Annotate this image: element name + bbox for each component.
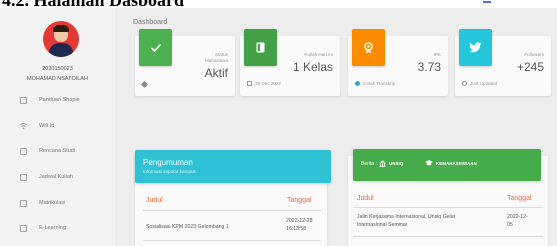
clock-icon <box>462 81 467 86</box>
avatar[interactable] <box>43 21 79 57</box>
berita-header: Berita : UNSIQ KEMAHASISWAAN <box>353 149 541 181</box>
berita-col-tanggal: Tanggal <box>507 195 532 202</box>
user-name: MOHAMAD NSATOILAH <box>27 76 88 82</box>
sidebar-item-rencana-studi[interactable]: Rencana Studi <box>0 143 115 159</box>
tab-unsiq[interactable]: UNSIQ <box>379 160 403 167</box>
sidebar-item-label: E-Learning <box>39 225 66 231</box>
tab-kemahasiswaan-label: KEMAHASISWAAN <box>436 160 477 166</box>
pengumuman-col-tanggal: Tanggal <box>287 197 312 204</box>
check-icon <box>139 29 172 66</box>
berita-row-judul[interactable]: Jalin Kerjasama Internasional, Unsiq Gel… <box>357 213 455 221</box>
sidebar-item-label: Jadwal Kuliah <box>39 174 73 180</box>
kuliah-card: Kuliah Hari Ini 1 Kelas 28 Dec 2022 <box>240 29 340 96</box>
document-icon <box>19 96 28 105</box>
card-value: +245 <box>516 60 544 74</box>
card-label: IPK <box>433 52 441 57</box>
sidebar: 2020150023 MOHAMAD NSATOILAH Panduan Sho… <box>0 8 115 246</box>
card-footer: Just Updated <box>462 81 497 86</box>
pengumuman-row-tanggal: 2022-12-28 <box>286 218 313 224</box>
ipk-card: IPK 3.73 Cetak Transkrip <box>348 29 448 96</box>
twitter-icon <box>459 29 492 66</box>
tab-unsiq-label: UNSIQ <box>389 161 404 166</box>
laptop-icon <box>19 224 28 233</box>
cetak-transkrip-link[interactable]: Cetak Transkrip <box>355 81 395 86</box>
card-label: Kuliah Hari Ini <box>304 52 333 57</box>
pengumuman-row-waktu: 16:13:58 <box>286 226 307 232</box>
pengumuman-subtitle: Informasi seputar kampus <box>143 169 196 174</box>
grid-icon <box>19 199 28 208</box>
main-content: Dashboard Status Mahasiswa Aktif Kuliah … <box>115 8 557 246</box>
divider <box>353 236 543 237</box>
pengumuman-col-judul: Judul <box>146 197 163 204</box>
calendar-icon <box>19 173 28 182</box>
heading-link-mark <box>483 1 491 3</box>
sidebar-item-label: Panduan Shopie <box>39 97 80 103</box>
berita-row-tanggal-cont: 05 <box>507 222 513 228</box>
book-icon <box>244 29 277 66</box>
breadcrumb: Dashboard <box>133 19 168 26</box>
card-label: Status <box>214 52 228 57</box>
sidebar-item-wifi-id[interactable]: Wifi Id <box>0 118 115 134</box>
card-value: Aktif <box>204 66 228 80</box>
graduation-cap-icon <box>425 160 433 166</box>
pengumuman-header: Pengumuman Informasi seputar kampus <box>135 150 331 183</box>
card-footer-text: 28 Dec 2022 <box>255 81 282 86</box>
berita-row-judul-cont[interactable]: Internasional Seminar <box>357 221 407 229</box>
pengumuman-row-judul[interactable]: Sosialisasi KPM 2023 Gelombang 1 <box>146 223 229 231</box>
sidebar-item-label: Matrikulasi <box>39 200 66 206</box>
card-footer: 28 Dec 2022 <box>247 81 281 86</box>
book-icon <box>19 147 28 156</box>
card-label-secondary: Mahasiswa <box>205 58 228 63</box>
tab-kemahasiswaan[interactable]: KEMAHASISWAAN <box>425 160 477 166</box>
card-footer-text: Cetak Transkrip <box>363 81 396 86</box>
calendar-icon <box>247 81 252 86</box>
card-footer <box>140 80 150 89</box>
sidebar-item-label: Rencana Studi <box>39 148 76 154</box>
card-footer-text: Just Updated <box>470 81 498 86</box>
sidebar-item-matrikulasi[interactable]: Matrikulasi <box>0 195 115 211</box>
status-card: Status Mahasiswa Aktif <box>135 29 235 96</box>
berita-row-tanggal: 2022-12- <box>507 214 528 220</box>
card-value: 3.73 <box>417 60 441 74</box>
sidebar-item-jadwal-kuliah[interactable]: Jadwal Kuliah <box>0 169 115 185</box>
sidebar-item-e-learning[interactable]: E-Learning <box>0 220 115 236</box>
badge-icon <box>352 29 385 66</box>
divider <box>143 210 321 211</box>
dot-icon <box>355 81 360 86</box>
card-value: 1 Kelas <box>292 60 333 74</box>
berita-col-judul: Judul <box>357 195 374 202</box>
sidebar-item-panduan-shopie[interactable]: Panduan Shopie <box>0 92 115 108</box>
wifi-icon <box>19 122 28 131</box>
pengumuman-title: Pengumuman <box>143 158 193 167</box>
divider <box>143 240 321 241</box>
card-label: Followers <box>524 52 544 57</box>
berita-label: Berita : <box>361 161 377 167</box>
building-icon <box>379 160 386 167</box>
followers-card: Followers +245 Just Updated <box>455 29 551 96</box>
user-nim: 2020150023 <box>42 66 73 72</box>
sidebar-item-label: Wifi Id <box>39 123 55 129</box>
divider <box>353 207 543 208</box>
tag-icon <box>140 80 149 89</box>
